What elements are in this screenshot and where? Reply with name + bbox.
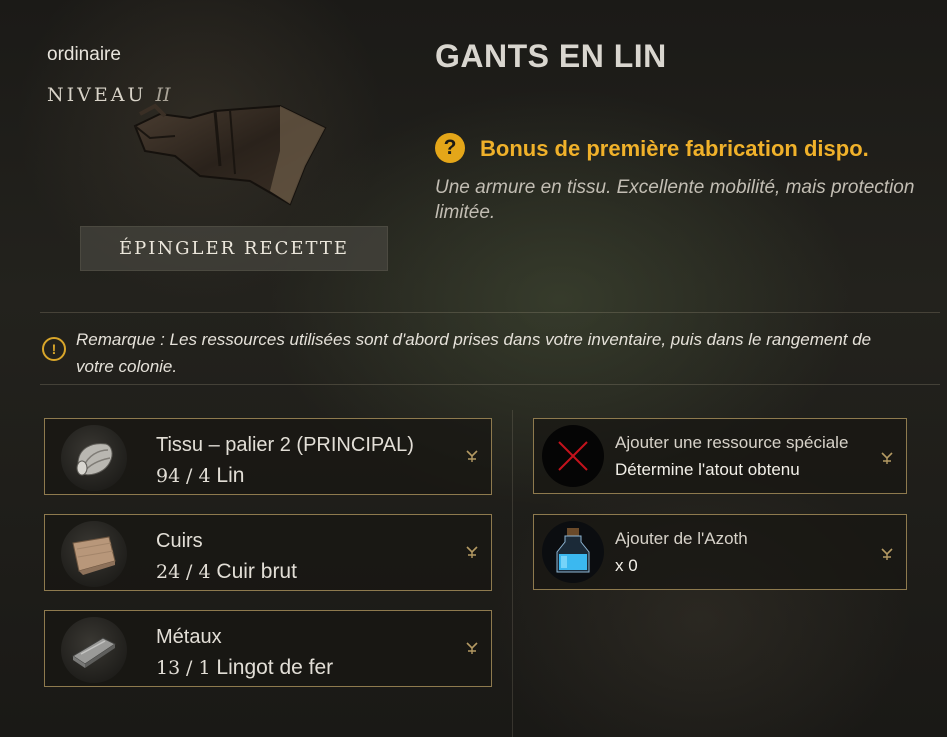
item-description: Une armure en tissu. Excellente mobilité…: [435, 177, 915, 223]
item-rarity: ordinaire: [47, 44, 121, 65]
resource-quantity: 94 / 4 Lin: [156, 464, 245, 487]
exclamation-icon: !: [42, 337, 66, 361]
azoth-flask-icon: [542, 521, 604, 583]
first-craft-bonus-text: Bonus de première fabrication dispo.: [480, 136, 869, 161]
resource-slot-cloth[interactable]: Tissu – palier 2 (PRINCIPAL) 94 / 4 Lin: [44, 418, 492, 495]
resource-name: Lin: [216, 464, 245, 487]
resource-slot-leather[interactable]: Cuirs 24 / 4 Cuir brut: [44, 514, 492, 591]
swap-chevron-icon: [466, 546, 478, 558]
resource-name: Cuir brut: [216, 560, 297, 583]
iron-ingot-icon: [61, 617, 127, 683]
red-x-icon: [542, 425, 604, 487]
swap-chevron-icon: [466, 450, 478, 462]
item-title: GANTS EN LIN: [435, 38, 667, 74]
resource-slot-metal[interactable]: Métaux 13 / 1 Lingot de fer: [44, 610, 492, 687]
swap-chevron-icon: [881, 452, 893, 464]
special-slot-title: Ajouter de l'Azoth: [615, 529, 748, 548]
linen-gloves-image: [133, 103, 327, 206]
rawhide-icon: [61, 521, 127, 587]
linen-cloth-icon: [61, 425, 127, 491]
resource-quantity: 24 / 4 Cuir brut: [156, 560, 297, 583]
azoth-slot[interactable]: Ajouter de l'Azoth x 0: [533, 514, 907, 590]
special-slot-subtitle: Détermine l'atout obtenu: [615, 460, 800, 479]
resource-note: Remarque : Les ressources utilisées sont…: [76, 330, 872, 376]
question-icon[interactable]: ?: [435, 133, 465, 163]
resource-name: Lingot de fer: [216, 656, 334, 679]
resource-quantity: 13 / 1 Lingot de fer: [156, 656, 334, 679]
azoth-count: x 0: [615, 556, 638, 575]
resource-category: Cuirs: [156, 530, 203, 552]
resource-category: Métaux: [156, 626, 222, 648]
swap-chevron-icon: [881, 548, 893, 560]
column-divider: [512, 410, 513, 737]
divider-bottom: [40, 384, 940, 385]
special-slot-title: Ajouter une ressource spéciale: [615, 433, 849, 452]
pin-recipe-button[interactable]: ÉPINGLER RECETTE: [80, 226, 388, 271]
special-resource-slot[interactable]: Ajouter une ressource spéciale Détermine…: [533, 418, 907, 494]
swap-chevron-icon: [466, 642, 478, 654]
divider-top: [40, 312, 940, 313]
resource-category: Tissu – palier 2 (PRINCIPAL): [156, 434, 414, 456]
